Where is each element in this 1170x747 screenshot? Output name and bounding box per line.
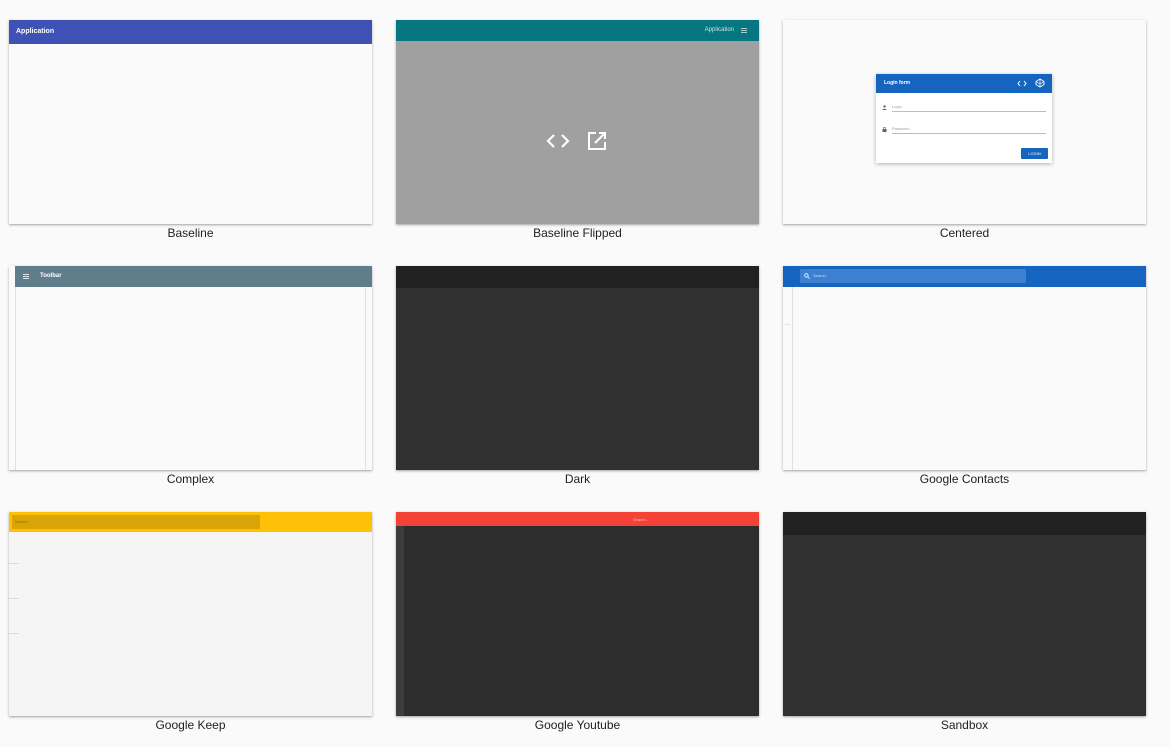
search-icon [804,273,810,279]
menu-icon [741,28,747,33]
layout-card-dark[interactable]: Dark [396,266,759,486]
search-placeholder: Search [15,519,28,524]
toolbar: Search [9,512,372,532]
card-caption: Dark [564,472,591,486]
search-placeholder: Search [813,273,826,278]
card-caption: Sandbox [940,718,989,732]
layout-card-sandbox[interactable]: Sandbox [783,512,1146,732]
toolbar [783,512,1146,535]
sidebar-divider [9,633,19,634]
toolbar: Application [9,20,372,44]
layout-preview-centered[interactable]: Login form Login Password LOGIN [783,20,1146,224]
toolbar: Search [783,266,1146,287]
toolbar: Search... [396,512,759,526]
login-form-header: Login form [876,74,1052,93]
layout-card-google-contacts[interactable]: Search Google Contacts [783,266,1146,486]
code-icon[interactable] [546,132,570,150]
layout-card-baseline-flipped[interactable]: Application Baseline Flipped [396,20,759,240]
layout-preview-dark[interactable] [396,266,759,470]
card-caption: Google Contacts [919,472,1010,486]
card-caption: Centered [939,226,990,240]
toolbar [396,266,759,288]
card-caption: Complex [166,472,215,486]
card-caption: Google Keep [155,718,226,732]
card-caption: Baseline Flipped [533,226,622,240]
login-form: Login form Login Password LOGIN [876,74,1052,163]
layout-card-baseline[interactable]: Application Baseline [9,20,372,240]
sidebar-divider [9,598,19,599]
layout-card-centered[interactable]: Login form Login Password LOGIN Centered [783,20,1146,240]
codepen-icon [1035,78,1045,88]
login-form-title: Login form [884,80,911,86]
sidebar [783,287,793,470]
search-input[interactable]: Search [800,269,1026,283]
search-input[interactable]: Search [12,515,260,529]
menu-icon [23,274,29,279]
open-in-new-icon[interactable] [587,131,607,151]
layout-preview-google-youtube[interactable]: Search... [396,512,759,716]
layout-preview-baseline[interactable]: Application [9,20,372,224]
toolbar-title: Application [16,28,55,35]
card-caption: Google Youtube [534,718,621,732]
password-placeholder: Password [892,126,910,131]
toolbar-title: Toolbar [40,273,62,279]
hover-overlay [396,41,759,224]
layout-card-google-youtube[interactable]: Search... Google Youtube [396,512,759,732]
toolbar: Application [396,20,759,41]
layout-card-google-keep[interactable]: Search Google Keep [9,512,372,732]
password-field[interactable]: Password [892,125,1046,134]
content-panel [15,287,366,470]
layout-preview-baseline-flipped[interactable]: Application [396,20,759,224]
layout-card-complex[interactable]: Toolbar Complex [9,266,372,486]
sidebar-divider [9,563,19,564]
layout-preview-google-keep[interactable]: Search [9,512,372,716]
sidebar [396,526,404,716]
layout-preview-google-contacts[interactable]: Search [783,266,1146,470]
login-field[interactable]: Login [892,103,1046,112]
person-icon [882,105,887,110]
code-icon [1017,80,1027,87]
card-caption: Baseline [167,226,214,240]
layout-preview-complex[interactable]: Toolbar [9,266,372,470]
search-placeholder[interactable]: Search... [633,517,649,522]
login-placeholder: Login [892,104,902,109]
lock-icon [882,127,887,132]
toolbar: Toolbar [15,266,372,287]
toolbar-title: Application [704,27,734,33]
login-button[interactable]: LOGIN [1021,148,1048,159]
layout-preview-sandbox[interactable] [783,512,1146,716]
